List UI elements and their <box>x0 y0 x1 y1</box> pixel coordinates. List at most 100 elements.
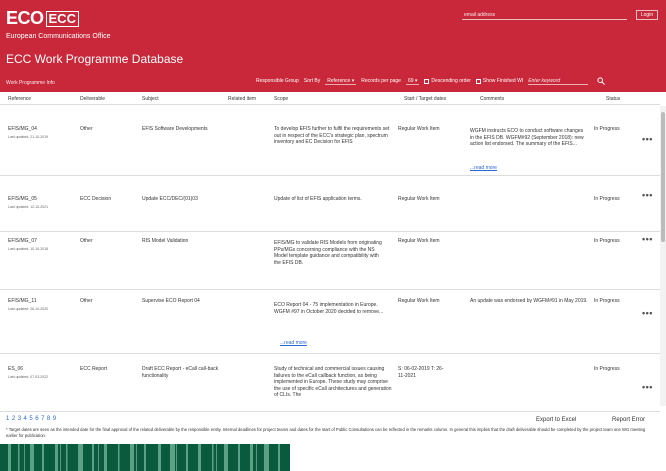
dates-cell: Regular Work Item <box>398 238 440 244</box>
subject-cell: Supervise ECO Report 04 <box>142 298 200 304</box>
deliverable-cell: Other <box>80 126 93 132</box>
status-badge: In Progress <box>594 298 620 304</box>
col-header-subject: Subject <box>142 96 159 102</box>
col-header-scope: Scope <box>274 96 289 102</box>
page-link[interactable]: 1 <box>6 416 9 422</box>
descending-order-checkbox[interactable]: Descending order <box>424 78 471 84</box>
login-button[interactable]: Login <box>636 10 658 20</box>
dates-cell: Regular Work Item <box>398 126 440 132</box>
page-link[interactable]: 9 <box>53 416 56 422</box>
reference-value: EFIS/MG_04 <box>8 126 37 132</box>
table-row[interactable]: EFIS/MG_11 Last updated: 26-10-2020 Othe… <box>0 290 660 354</box>
work-programme-info-link[interactable]: Work Programme Info <box>6 80 55 86</box>
records-per-page-value: 69 <box>407 77 414 84</box>
last-updated: Last updated: 21-10-2019 <box>8 134 49 139</box>
search-icon[interactable] <box>597 77 606 85</box>
more-options-icon[interactable]: ••• <box>642 235 653 243</box>
page-link[interactable]: 2 <box>12 416 15 422</box>
page-link[interactable]: 7 <box>41 416 44 422</box>
reference-cell[interactable]: EFIS/MG_04 Last updated: 21-10-2019 <box>8 126 72 140</box>
table-row[interactable]: EFIS/MG_04 Last updated: 21-10-2019 Othe… <box>0 106 660 176</box>
table-row[interactable]: EFIS/MG_07 Last updated: 10-10-2018 Othe… <box>0 232 660 290</box>
subject-cell: Update ECC/DEC/(01)03 <box>142 196 198 202</box>
email-input[interactable] <box>462 10 627 20</box>
dates-cell: S: 06-02-2019 T: 26-11-2021 <box>398 366 444 379</box>
responsible-group-select[interactable]: Responsible Group <box>256 78 299 84</box>
reference-value: EFIS/MG_07 <box>8 238 37 244</box>
reference-cell[interactable]: EFIS/MG_07 Last updated: 10-10-2018 <box>8 238 72 252</box>
scope-cell: ECO Report 04 - 75 implementation in Eur… <box>274 302 384 315</box>
comments-text: WGFM instructs ECO to conduct software c… <box>470 128 584 147</box>
site-header: ECO ECC European Communications Office E… <box>0 0 666 92</box>
deliverable-cell: Other <box>80 238 93 244</box>
subject-cell: RIS Model Validation <box>142 238 189 244</box>
pagination: 1 2 3 4 5 6 7 8 9 <box>6 416 56 422</box>
deliverable-cell: Other <box>80 298 93 304</box>
status-badge: In Progress <box>594 196 620 202</box>
deliverable-cell: ECC Decision <box>80 196 112 202</box>
sort-by-value: Reference <box>327 77 351 84</box>
col-header-comments: Comments <box>480 96 505 102</box>
records-per-page-label: Records per page <box>361 78 401 84</box>
more-options-icon[interactable]: ••• <box>642 191 653 199</box>
reference-value: EFIS/MG_05 <box>8 196 37 202</box>
more-options-icon[interactable]: ••• <box>642 309 653 317</box>
page-link[interactable]: 6 <box>35 416 38 422</box>
show-finished-checkbox[interactable]: Show Finished WI <box>475 78 524 84</box>
col-header-deliverable: Deliverable <box>80 96 106 102</box>
reference-cell[interactable]: EFIS/MG_11 Last updated: 26-10-2020 <box>8 298 72 312</box>
scrollbar[interactable] <box>660 106 666 406</box>
subject-cell: EFIS Software Developments <box>142 126 208 132</box>
status-badge: In Progress <box>594 238 620 244</box>
scope-cell: To develop EFIS further to fulfil the re… <box>274 126 390 145</box>
report-error-button[interactable]: Report Error <box>612 417 645 423</box>
scrollbar-thumb[interactable] <box>661 112 665 242</box>
page-link[interactable]: 4 <box>24 416 27 422</box>
export-to-excel-button[interactable]: Export to Excel <box>536 417 576 423</box>
page-link[interactable]: 8 <box>47 416 50 422</box>
scope-cell: Study of technical and commercial issues… <box>274 366 392 398</box>
dates-cell: Regular Work Item <box>398 196 440 202</box>
read-more-link[interactable]: ...read more <box>470 165 497 172</box>
last-updated: Last updated: 12-10-2021 <box>8 204 49 209</box>
status-badge: In Progress <box>594 126 620 132</box>
show-finished-label: Show Finished WI <box>482 78 524 84</box>
sort-by-select[interactable]: Reference ▾ <box>325 77 357 85</box>
scope-cell: EFIS/MG to validate RIS Models from orig… <box>274 240 382 266</box>
comments-cell: WGFM instructs ECO to conduct software c… <box>470 128 588 170</box>
chevron-down-icon: ▾ <box>414 77 418 84</box>
status-badge: In Progress <box>594 366 620 372</box>
col-header-reference: Reference <box>8 96 32 102</box>
reference-value: EFIS/MG_11 <box>8 298 37 304</box>
footer-pattern-graphic <box>0 444 290 471</box>
filter-bar: Responsible Group Sort By Reference ▾ Re… <box>256 76 606 86</box>
last-updated: Last updated: 07-03-2022 <box>8 374 49 379</box>
dates-cell: Regular Work Item <box>398 298 440 304</box>
footer-right-panel <box>290 444 666 471</box>
subject-cell: Draft ECC Report - eCall call-back funct… <box>142 366 219 379</box>
last-updated: Last updated: 10-10-2018 <box>8 246 49 251</box>
comments-cell: An update was endorsed by WGFM#91 in May… <box>470 298 588 304</box>
table-row[interactable]: ES_06 Last updated: 07-03-2022 ECC Repor… <box>0 354 660 412</box>
checkbox-box <box>424 78 430 84</box>
table-header: Reference Deliverable Subject Related it… <box>0 93 660 105</box>
read-more-link[interactable]: ...read more <box>280 340 307 347</box>
eco-ecc-logo[interactable]: ECO ECC <box>6 8 79 29</box>
reference-cell[interactable]: EFIS/MG_05 Last updated: 12-10-2021 <box>8 196 72 210</box>
sort-by-label: Sort By <box>303 78 321 84</box>
scope-cell: Update of list of EFIS application terms… <box>274 196 362 202</box>
keyword-search-input[interactable]: Enter keyword <box>528 78 589 85</box>
reference-value: ES_06 <box>8 366 24 372</box>
more-options-icon[interactable]: ••• <box>642 135 653 143</box>
target-dates-footnote: * Target dates are seen as the intended … <box>6 427 646 438</box>
reference-cell[interactable]: ES_06 Last updated: 07-03-2022 <box>8 366 72 380</box>
col-header-related-item: Related item <box>228 96 257 102</box>
page-title: ECC Work Programme Database <box>6 52 184 66</box>
descending-order-label: Descending order <box>431 78 471 84</box>
more-options-icon[interactable]: ••• <box>642 383 653 391</box>
records-per-page-select[interactable]: 69 ▾ <box>405 77 420 85</box>
page-link[interactable]: 5 <box>29 416 32 422</box>
page-link[interactable]: 3 <box>18 416 21 422</box>
table-row[interactable]: EFIS/MG_05 Last updated: 12-10-2021 ECC … <box>0 176 660 232</box>
checkbox-box <box>475 78 481 84</box>
